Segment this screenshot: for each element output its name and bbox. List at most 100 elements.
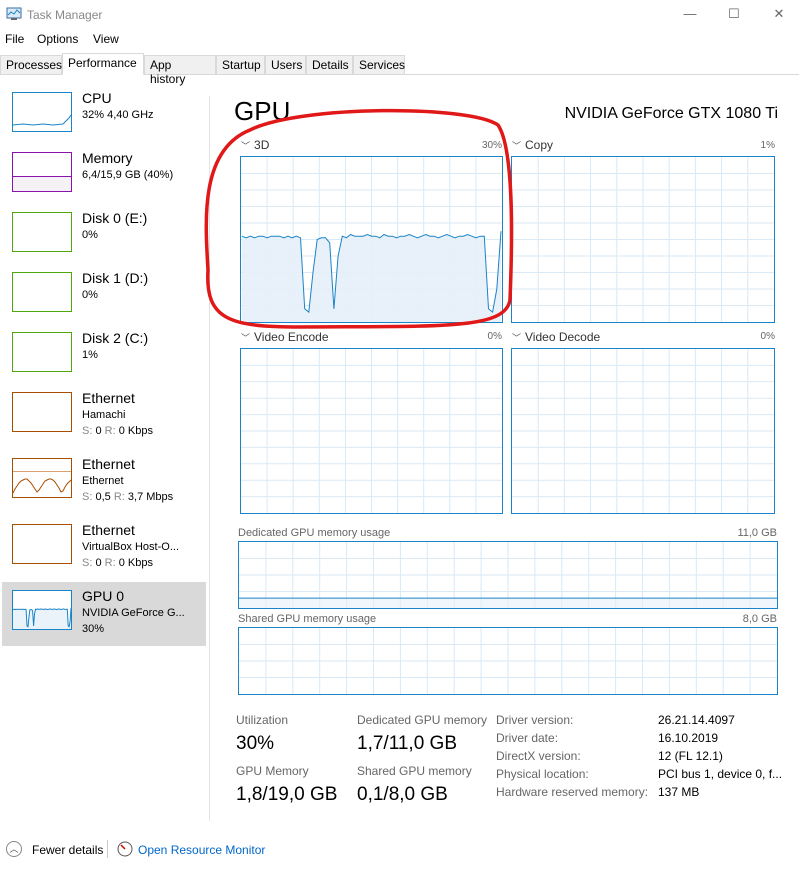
maximize-button[interactable]: ☐	[724, 6, 744, 22]
utilization-value: 30%	[236, 733, 275, 754]
sidebar-item-cpu[interactable]: CPU 32% 4,40 GHz	[2, 84, 206, 148]
dedicated-memory-max: 11,0 GB	[737, 527, 777, 539]
graph-video-encode	[240, 348, 503, 514]
thumbnail-graph	[12, 458, 72, 498]
resource-monitor-icon	[117, 841, 133, 857]
chevron-down-icon: ﹀	[512, 141, 522, 151]
dedicated-fill	[239, 598, 777, 608]
menu-options[interactable]: Options	[37, 32, 78, 46]
close-button[interactable]: ✕	[769, 6, 789, 22]
minimize-button[interactable]: —	[680, 6, 700, 21]
gpu-memory-value: 1,8/19,0 GB	[236, 784, 338, 805]
sidebar-item-disk-0-e[interactable]: Disk 0 (E:) 0%	[2, 204, 206, 268]
thumbnail-graph	[12, 152, 72, 192]
thumbnail-graph	[12, 92, 72, 132]
dedicated-memory-label: Dedicated GPU memory usage	[238, 527, 391, 539]
engine-percent: 30%	[481, 140, 502, 151]
engine-label: Video Decode	[525, 330, 601, 344]
sidebar-item-name: Ethernet	[82, 390, 135, 406]
graph-video-decode	[511, 348, 775, 514]
receive-value: 0 Kbps	[118, 425, 153, 437]
sidebar-item-name: GPU 0	[82, 588, 125, 604]
shared-gpu-memory-value: 0,1/8,0 GB	[357, 784, 448, 805]
sidebar-item-ethernet[interactable]: Ethernet Hamachi S: 0 R: 0 Kbps	[2, 384, 206, 448]
send-value: 0,5	[95, 491, 111, 503]
sidebar-item-name: Disk 1 (D:)	[82, 270, 149, 286]
send-label: S:	[82, 491, 93, 503]
info-label: Hardware reserved memory:	[496, 785, 649, 799]
tab-processes[interactable]: Processes	[0, 55, 62, 75]
menu-view[interactable]: View	[93, 32, 119, 46]
sidebar-item-detail: 6,4/15,9 GB (40%)	[82, 169, 174, 181]
thumbnail-graph	[12, 212, 72, 252]
chevron-down-icon: ﹀	[241, 141, 251, 151]
engine-percent: 0%	[760, 331, 775, 342]
graph-shared-memory	[238, 627, 778, 695]
sidebar-item-gpu-0[interactable]: GPU 0 NVIDIA GeForce G... 30%	[2, 582, 206, 646]
sidebar-item-detail: VirtualBox Host-O...	[82, 541, 179, 553]
info-label: Physical location:	[496, 767, 589, 781]
sidebar-item-disk-2-c[interactable]: Disk 2 (C:) 1%	[2, 324, 206, 388]
engine-percent: 0%	[487, 331, 502, 342]
engine-selector-copy[interactable]: ﹀ Copy	[512, 138, 553, 152]
send-value: 0	[95, 557, 102, 569]
page-title: GPU	[234, 96, 291, 126]
tab-services[interactable]: Services	[353, 55, 405, 75]
engine-selector-video-encode[interactable]: ﹀ Video Encode	[241, 330, 329, 344]
fewer-details-link[interactable]: Fewer details	[32, 843, 103, 857]
graph-3d	[240, 156, 503, 323]
dedicated-gpu-memory-label: Dedicated GPU memory	[357, 713, 488, 727]
engine-selector-video-decode[interactable]: ﹀ Video Decode	[512, 330, 600, 344]
utilization-label: Utilization	[236, 713, 289, 727]
thumbnail-graph	[12, 524, 72, 564]
task-manager-icon	[6, 7, 22, 20]
tab-details[interactable]: Details	[306, 55, 353, 75]
chevron-up-icon[interactable]: ︿	[6, 841, 22, 857]
tab-performance[interactable]: Performance	[62, 53, 144, 75]
info-value: 16.10.2019	[658, 731, 719, 745]
shared-gpu-memory-label: Shared GPU memory	[357, 764, 472, 778]
receive-label: R:	[113, 491, 125, 503]
sidebar-item-memory[interactable]: Memory 6,4/15,9 GB (40%)	[2, 144, 206, 208]
tab-startup[interactable]: Startup	[216, 55, 265, 75]
shared-memory-label: Shared GPU memory usage	[238, 613, 377, 625]
window-title: Task Manager	[27, 8, 103, 22]
engine-label: 3D	[254, 138, 270, 152]
sidebar-item-name: CPU	[82, 90, 112, 106]
footer: ︿ Fewer details Open Resource Monitor	[0, 838, 799, 862]
thumbnail-graph	[12, 392, 72, 432]
sidebar-item-detail: 0%	[82, 289, 98, 301]
tab-users[interactable]: Users	[265, 55, 306, 75]
receive-label: R:	[104, 557, 116, 569]
sidebar-item-detail: 0%	[82, 229, 98, 241]
send-value: 0	[95, 425, 102, 437]
engine-selector-3d[interactable]: ﹀ 3D	[241, 138, 269, 152]
sidebar-item-throughput: S: 0 R: 0 Kbps	[82, 425, 153, 437]
engine-label: Video Encode	[254, 330, 329, 344]
resource-sidebar: CPU 32% 4,40 GHz Memory 6,4/15,9 GB (40%…	[0, 76, 208, 776]
title-bar: Task Manager — ☐ ✕	[0, 0, 799, 30]
menu-file[interactable]: File	[5, 32, 24, 46]
engine-label: Copy	[525, 138, 554, 152]
sidebar-item-name: Disk 2 (C:)	[82, 330, 149, 346]
sidebar-item-ethernet[interactable]: Ethernet VirtualBox Host-O... S: 0 R: 0 K…	[2, 516, 206, 580]
divider	[107, 840, 108, 858]
gpu-model-name: NVIDIA GeForce GTX 1080 Ti	[564, 105, 778, 122]
send-label: S:	[82, 557, 93, 569]
tab-app-history[interactable]: App history	[144, 55, 216, 86]
shared-memory-max: 8,0 GB	[742, 613, 777, 625]
sidebar-item-detail: 32% 4,40 GHz	[82, 109, 154, 121]
info-label: Driver version:	[496, 713, 574, 727]
sidebar-item-disk-1-d[interactable]: Disk 1 (D:) 0%	[2, 264, 206, 328]
sidebar-item-ethernet[interactable]: Ethernet Ethernet S: 0,5 R: 3,7 Mbps	[2, 450, 206, 514]
sidebar-item-percent: 30%	[82, 623, 105, 635]
info-value: 137 MB	[658, 785, 700, 799]
open-resource-monitor-link[interactable]: Open Resource Monitor	[138, 843, 265, 857]
sidebar-item-detail: Ethernet	[82, 475, 124, 487]
info-value: PCI bus 1, device 0, f...	[658, 767, 783, 781]
dedicated-gpu-memory-value: 1,7/11,0 GB	[357, 733, 457, 754]
sidebar-item-throughput: S: 0 R: 0 Kbps	[82, 557, 153, 569]
sidebar-item-throughput: S: 0,5 R: 3,7 Mbps	[82, 491, 173, 503]
info-value: 12 (FL 12.1)	[658, 749, 723, 763]
sidebar-item-name: Memory	[82, 150, 133, 166]
